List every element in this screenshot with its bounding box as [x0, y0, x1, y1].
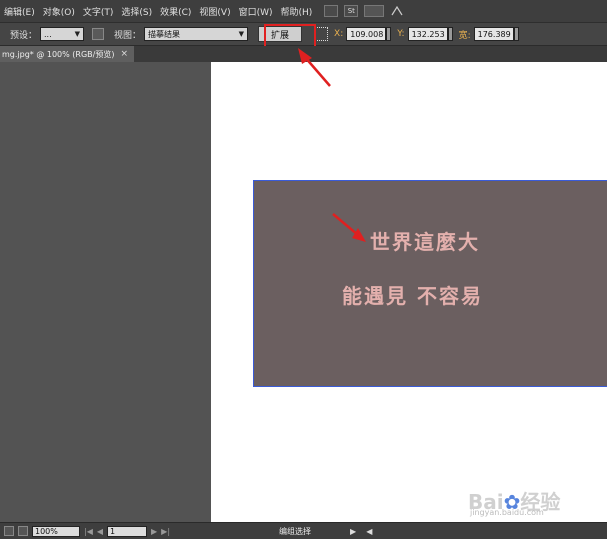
first-page-icon[interactable]: |◀: [84, 527, 93, 536]
zoom-select[interactable]: 100%: [32, 525, 80, 537]
last-page-icon[interactable]: ▶|: [161, 527, 170, 536]
page-select[interactable]: 1: [107, 525, 148, 537]
arrow-to-expand-icon: [298, 48, 331, 87]
status-bar: 100% |◀ ◀ 1 ▶ ▶| 编组选择 ▶ ◀: [0, 522, 607, 539]
arrow-to-text-icon: [332, 213, 366, 242]
status-menu-icon[interactable]: ▶: [350, 527, 356, 536]
status-text: 编组选择: [279, 526, 312, 536]
prev-page-icon[interactable]: ◀: [97, 527, 103, 536]
scroll-left-icon[interactable]: ◀: [366, 527, 372, 536]
page-value: 1: [110, 526, 116, 536]
panel-icon[interactable]: [4, 526, 14, 536]
annotation-arrows: [298, 48, 366, 242]
share-icon[interactable]: [18, 526, 28, 536]
watermark-url: jingyan.baidu.com: [470, 508, 544, 517]
zoom-value: 100%: [35, 526, 58, 536]
next-page-icon[interactable]: ▶: [151, 527, 157, 536]
